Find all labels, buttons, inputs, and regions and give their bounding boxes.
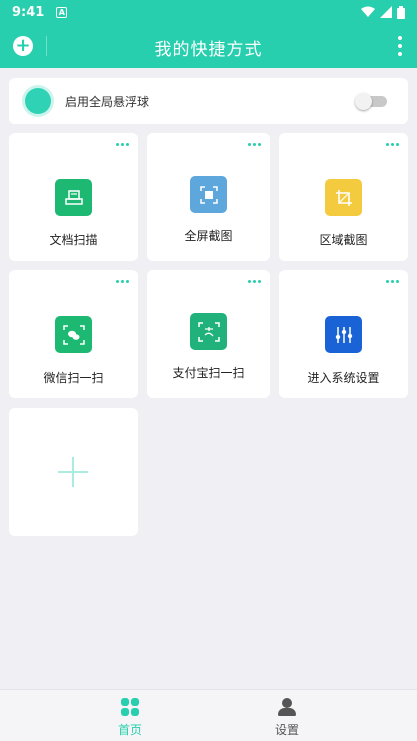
floating-ball-toggle[interactable] xyxy=(355,93,387,110)
tile-more-icon[interactable] xyxy=(386,143,399,146)
add-shortcut-button[interactable] xyxy=(9,408,138,536)
document-scan-icon xyxy=(55,179,92,216)
grid-icon xyxy=(121,698,139,716)
tab-home[interactable]: 首页 xyxy=(70,690,190,741)
shortcut-tile-system-settings[interactable]: 进入系统设置 xyxy=(279,270,408,398)
shortcut-tile-crop-screenshot[interactable]: 区域截图 xyxy=(279,133,408,261)
wechat-scan-icon xyxy=(55,316,92,353)
app-bar: + 我的快捷方式 xyxy=(0,24,417,68)
status-bar: 9:41 A xyxy=(0,0,417,24)
tile-more-icon[interactable] xyxy=(248,143,261,146)
tile-more-icon[interactable] xyxy=(386,280,399,283)
floating-ball-card: 启用全局悬浮球 xyxy=(9,78,408,124)
shortcut-name: 微信扫一扫 xyxy=(43,371,104,385)
shortcut-tile-alipay-scan[interactable]: 支付宝扫一扫 xyxy=(147,270,270,398)
more-vert-icon[interactable] xyxy=(397,36,403,56)
page-title: 我的快捷方式 xyxy=(154,40,263,60)
tile-more-icon[interactable] xyxy=(116,280,129,283)
fullscreen-screenshot-icon xyxy=(190,176,227,213)
shortcut-tile-fullscreen-screenshot[interactable]: 全屏截图 xyxy=(147,133,270,261)
shortcut-tile-document-scan[interactable]: 文档扫描 xyxy=(9,133,138,261)
wifi-icon xyxy=(361,6,375,17)
tile-more-icon[interactable] xyxy=(248,280,261,283)
floating-ball-label: 启用全局悬浮球 xyxy=(65,95,150,109)
shortcut-name: 全屏截图 xyxy=(184,229,233,243)
alipay-scan-icon xyxy=(190,313,227,350)
tab-settings[interactable]: 设置 xyxy=(227,690,347,741)
shortcut-tile-wechat-scan[interactable]: 微信扫一扫 xyxy=(9,270,138,398)
shortcut-name: 进入系统设置 xyxy=(307,371,380,385)
tab-home-label: 首页 xyxy=(117,723,142,737)
shortcut-name: 文档扫描 xyxy=(49,233,98,247)
shortcut-name: 区域截图 xyxy=(319,233,368,247)
bottom-nav: 首页 设置 xyxy=(0,689,417,741)
floating-ball-icon xyxy=(25,88,51,114)
signal-icon xyxy=(380,6,392,18)
person-icon xyxy=(278,698,296,716)
notification-icon: A xyxy=(56,6,68,18)
crop-icon xyxy=(325,179,362,216)
battery-icon xyxy=(397,5,405,19)
tile-more-icon[interactable] xyxy=(116,143,129,146)
tab-settings-label: 设置 xyxy=(274,723,299,737)
status-time: 9:41 xyxy=(12,4,45,20)
shortcut-name: 支付宝扫一扫 xyxy=(172,366,245,380)
system-settings-icon xyxy=(325,316,362,353)
